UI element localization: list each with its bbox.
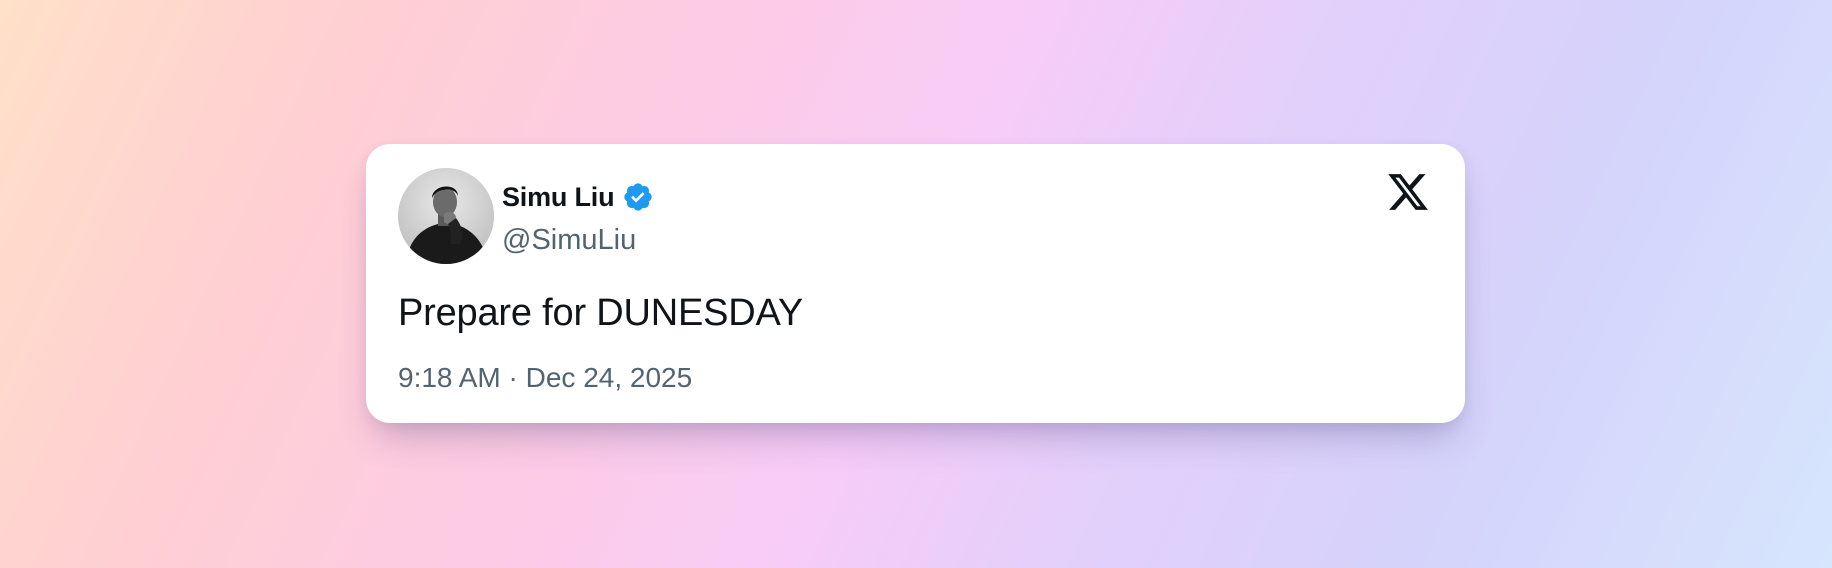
tweet-card[interactable]: Simu Liu @SimuLiu Prepare for DUNESDAY 9… [366, 144, 1465, 423]
verified-badge-icon [622, 181, 654, 213]
timestamp-separator: · [508, 362, 518, 393]
tweet-time: 9:18 AM [398, 362, 501, 393]
tweet-timestamp[interactable]: 9:18 AM · Dec 24, 2025 [398, 360, 692, 396]
tweet-text: Prepare for DUNESDAY [398, 292, 803, 334]
author-name-row[interactable]: Simu Liu [502, 179, 654, 215]
avatar[interactable] [398, 168, 494, 264]
author-display-name[interactable]: Simu Liu [502, 182, 615, 213]
x-logo-icon[interactable] [1386, 170, 1430, 214]
author-handle[interactable]: @SimuLiu [502, 222, 636, 258]
tweet-date: Dec 24, 2025 [525, 362, 693, 393]
avatar-photo [398, 168, 494, 264]
